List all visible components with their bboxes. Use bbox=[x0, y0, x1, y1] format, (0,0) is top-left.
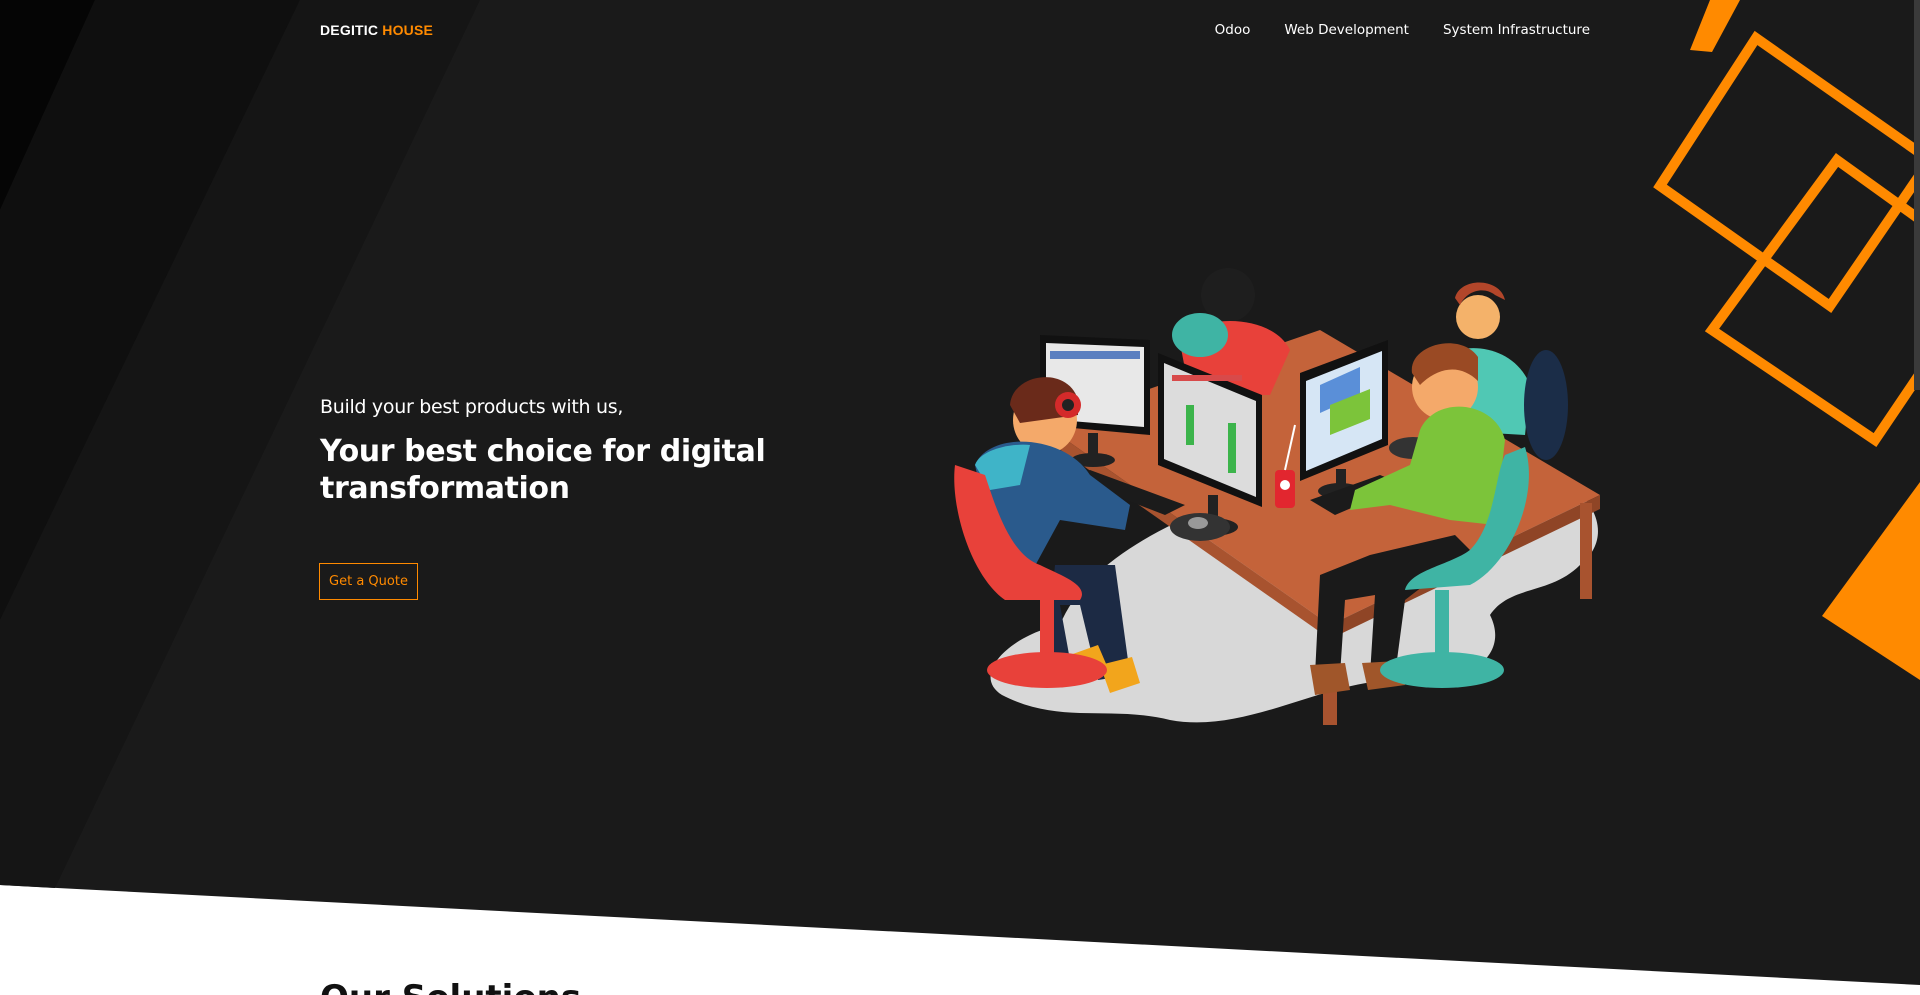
brand-name-white: DEGITIC bbox=[320, 22, 379, 38]
hero-tagline: Build your best products with us, bbox=[320, 396, 624, 418]
hero-section: DEGITIC HOUSE Odoo Web Development Syste… bbox=[0, 0, 1920, 995]
solutions-section-title: Our Solutions bbox=[320, 978, 581, 995]
brand-name-orange: HOUSE bbox=[382, 22, 434, 38]
nav-item-odoo[interactable]: Odoo bbox=[1215, 22, 1251, 38]
get-a-quote-button[interactable]: Get a Quote bbox=[319, 563, 418, 600]
top-navbar: DEGITIC HOUSE Odoo Web Development Syste… bbox=[320, 18, 1590, 42]
team-workspace-illustration bbox=[954, 268, 1600, 725]
nav-item-system-infrastructure[interactable]: System Infrastructure bbox=[1443, 22, 1590, 38]
hero-text-block: Build your best products with us, Your b… bbox=[320, 396, 780, 507]
brand-logo[interactable]: DEGITIC HOUSE bbox=[320, 22, 433, 38]
nav-menu: Odoo Web Development System Infrastructu… bbox=[1215, 22, 1590, 38]
hero-headline: Your best choice for digital transformat… bbox=[320, 434, 766, 506]
nav-item-web-development[interactable]: Web Development bbox=[1284, 22, 1409, 38]
